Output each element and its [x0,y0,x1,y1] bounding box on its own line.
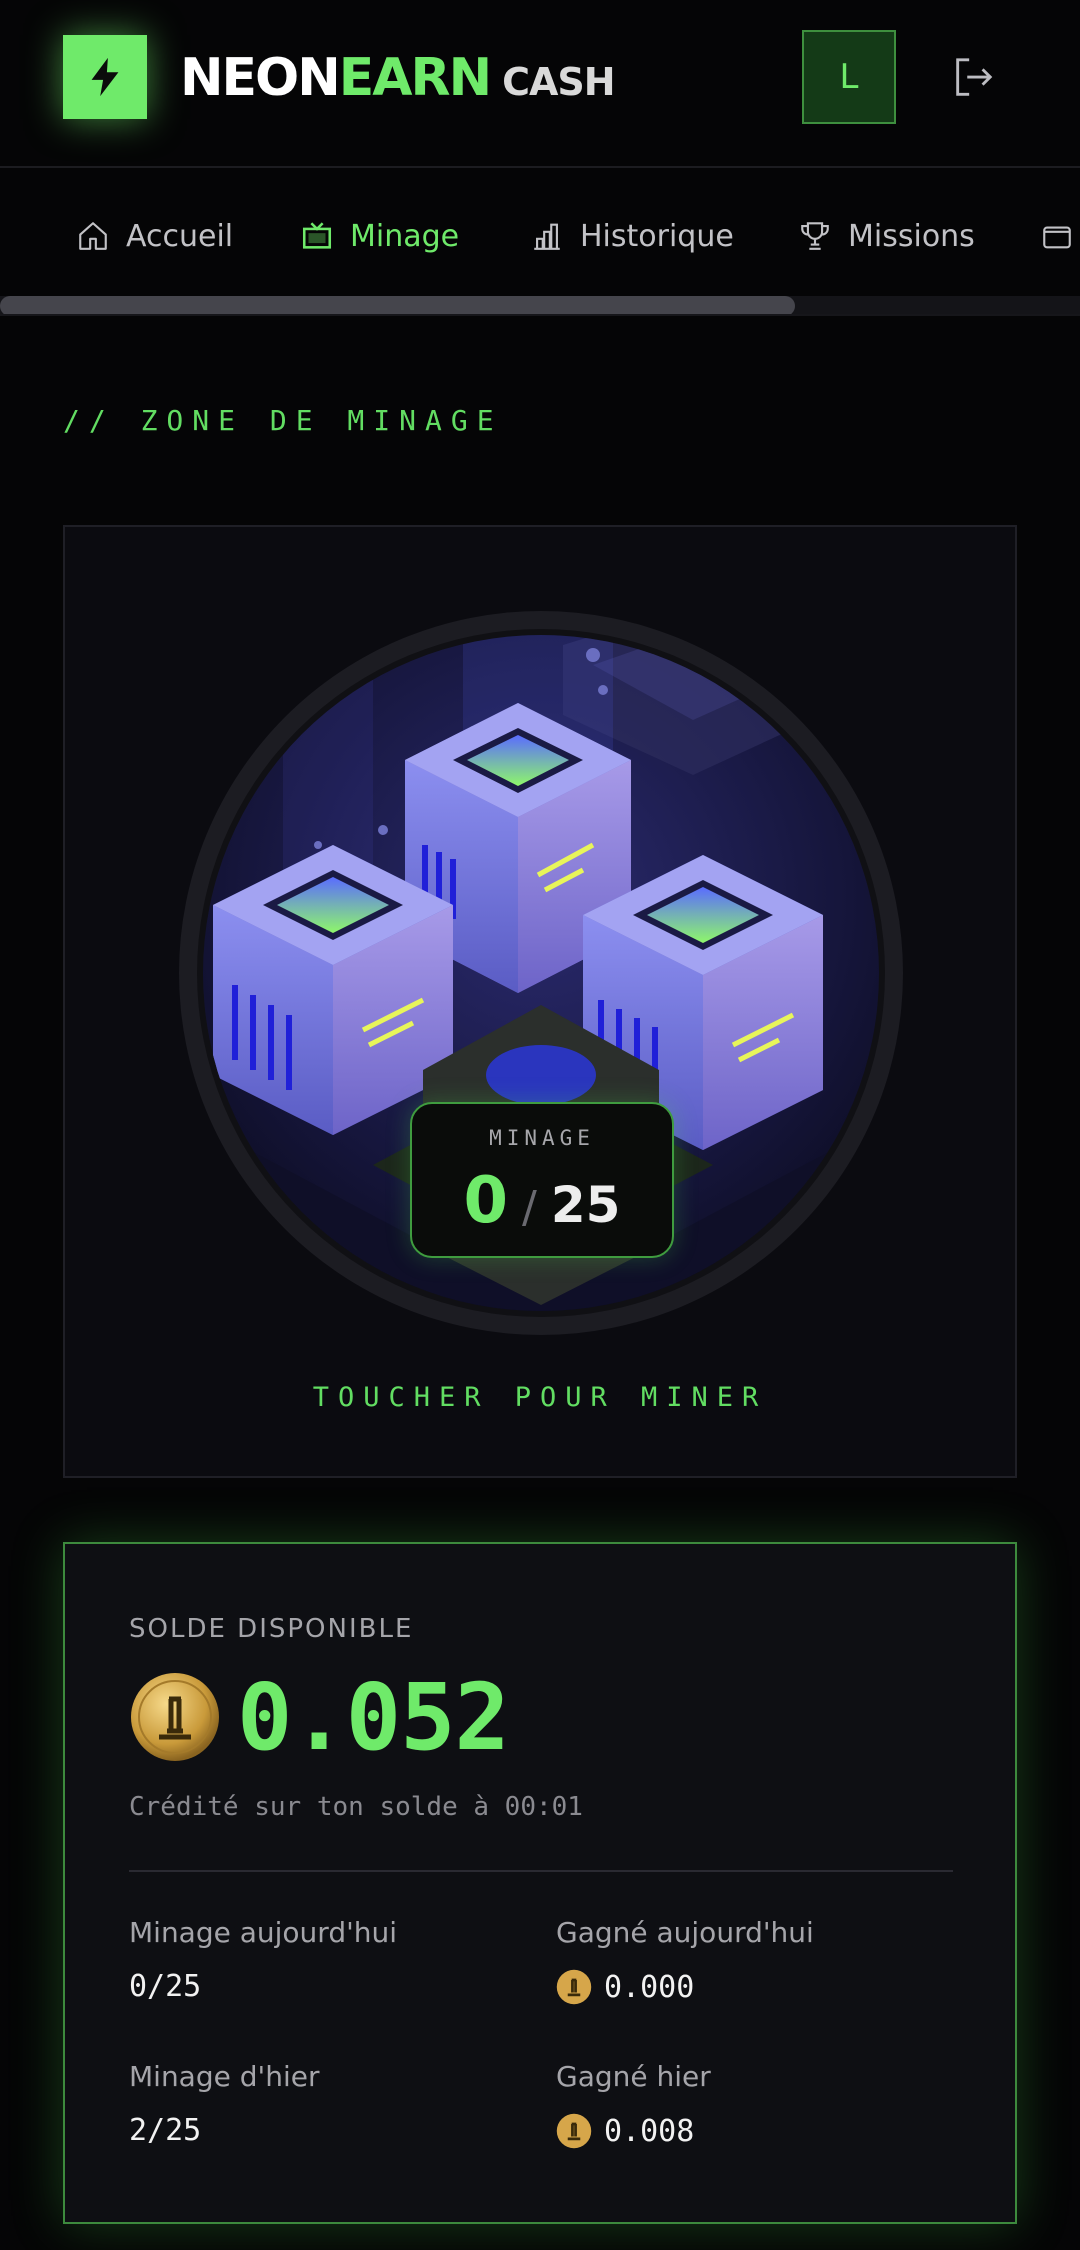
balance-amount: 0.052 [237,1663,510,1771]
stat-label: Gagné aujourd'hui [556,1916,814,1949]
nav-item-historique[interactable]: Historique [530,212,734,260]
balance-divider [129,1870,953,1872]
stat-yesterday-mining: Minage d'hier 2/25 [129,2060,319,2148]
bar-chart-icon [534,223,560,250]
counter-current: 0 [463,1164,509,1238]
stat-value: 0.008 [556,2113,711,2149]
logo-bolt-icon[interactable] [63,35,147,119]
trophy-icon [801,222,829,250]
coin-icon [556,2113,592,2149]
app-header: NEON EARN CASH L [0,0,1080,168]
brand-earn: EARN [338,48,492,108]
stat-today-earned: Gagné aujourd'hui 0.000 [556,1916,814,2005]
tap-to-mine-hint[interactable]: TOUCHER POUR MINER [65,1382,1015,1413]
brand-neon: NEON [180,48,341,108]
stat-value-text: 0.008 [604,2113,695,2149]
stat-value: 2/25 [129,2113,319,2148]
nav-item-accueil[interactable]: Accueil [76,212,233,260]
counter-label: MINAGE [489,1126,595,1150]
mining-zone[interactable]: MINAGE 0 / 25 TOUCHER POUR MINER [63,525,1017,1478]
server-cube-left [213,845,453,1135]
mining-counter: MINAGE 0 / 25 [410,1102,674,1258]
balance-card: SOLDE DISPONIBLE 0.052 Crédité sur ton s… [63,1542,1017,2224]
section-title: // ZONE DE MINAGE [63,404,503,437]
nav-label-minage: Minage [350,218,460,254]
stat-value: 0.000 [556,1969,814,2005]
stat-today-mining: Minage aujourd'hui 0/25 [129,1916,397,2004]
counter-separator: / [522,1182,537,1233]
home-icon [79,222,107,250]
balance-label: SOLDE DISPONIBLE [129,1614,414,1644]
main-nav: Accueil Minage Historique Missions [0,170,1080,316]
nav-label-missions: Missions [848,218,975,254]
lightning-icon [91,57,119,97]
nav-label-accueil: Accueil [126,218,234,254]
coin-icon [131,1673,219,1761]
nav-item-minage[interactable]: Minage [300,212,459,260]
wallet-icon [1043,226,1071,249]
stat-label: Minage d'hier [129,2060,320,2093]
brand-cash: CASH [502,60,615,104]
stat-label: Minage aujourd'hui [129,1916,398,1949]
balance-row: 0.052 [129,1662,510,1772]
tv-icon [302,222,332,249]
logout-icon[interactable] [950,54,996,100]
counter-value: 0 / 25 [412,1164,672,1238]
nav-item-missions[interactable]: Missions [798,212,975,260]
counter-max: 25 [550,1176,621,1234]
stat-label: Gagné hier [556,2060,711,2093]
stat-value-text: 0.000 [604,1969,695,2005]
stat-value-text: 0/25 [129,1969,202,2004]
stat-value: 0/25 [129,1969,397,2004]
nav-label-historique: Historique [580,218,734,254]
brand-name: NEON EARN CASH [180,48,616,108]
balance-credit-note: Crédité sur ton solde à 00:01 [129,1792,583,1822]
stat-yesterday-earned: Gagné hier 0.008 [556,2060,711,2149]
user-avatar[interactable]: L [802,30,896,124]
nav-item-wallet[interactable] [1040,212,1074,260]
stat-value-text: 2/25 [129,2113,202,2148]
nav-scrollbar-thumb[interactable] [0,296,795,314]
coin-icon [556,1969,592,2005]
